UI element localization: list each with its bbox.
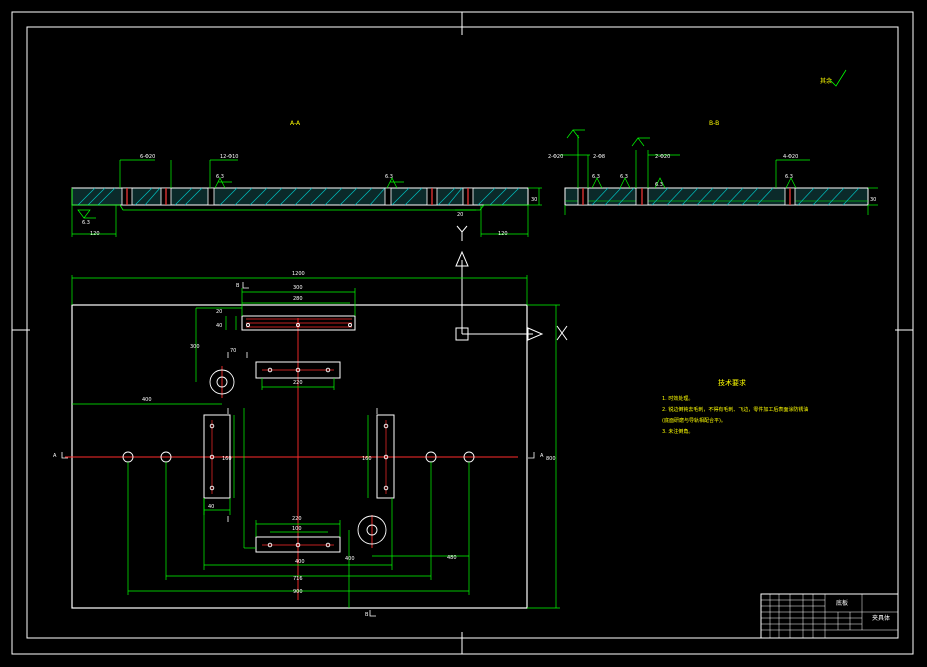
plan-slot-inner — [211, 318, 387, 546]
dim-v-left: 300 — [190, 344, 200, 350]
plan-holes — [122, 323, 475, 548]
dim-c5: 480 — [447, 555, 457, 561]
ucs-axis-icon — [455, 225, 568, 341]
dim-overall-height: 800 — [546, 456, 556, 462]
dim-hole-a2: 12-Φ10 — [220, 154, 238, 160]
section-mark-b-bottom: B — [365, 612, 369, 618]
section-b-title: B-B — [709, 120, 719, 127]
dim-overall-width: 1200 — [292, 271, 305, 277]
general-roughness-note: 其余 — [820, 69, 847, 87]
section-a-view: 6-Φ20 12-Φ10 6.3 6.3 6.3 120 120 30 20 A… — [71, 120, 542, 237]
dim-thickness: 30 — [531, 197, 537, 203]
dim-slot-w2: 280 — [293, 296, 303, 302]
dim-depth: 20 — [457, 212, 463, 218]
title-block-part-name: 夹具体 — [872, 614, 890, 622]
rough-b4: 6.3 — [785, 174, 793, 180]
plan-section-mark-labels: A A B B — [53, 283, 544, 618]
dim-c3: 716 — [293, 576, 303, 582]
section-a-title: A-A — [290, 120, 301, 127]
rough-a2: 6.3 — [385, 174, 393, 180]
plan-dimension-lines — [71, 275, 560, 609]
dim-right-width: 120 — [498, 231, 508, 237]
dim-bot-w1: 220 — [292, 516, 302, 522]
dim-mid-w: 220 — [293, 380, 303, 386]
tech-line-4: 3. 未注倒角。 — [662, 428, 693, 435]
dim-b-thickness: 30 — [870, 197, 876, 203]
tech-title: 技术要求 — [718, 378, 746, 387]
rough-b3: 6.3 — [655, 182, 663, 188]
dim-side-w: 40 — [208, 504, 214, 510]
section-b-view: 2-Φ20 2-Φ8 2-Φ20 4-Φ20 6.3 6.3 6.3 6.3 3… — [548, 120, 878, 215]
dim-hole-b4: 4-Φ20 — [783, 154, 798, 160]
section-mark-a-right: A — [540, 453, 544, 459]
dim-hole-b2: 2-Φ8 — [593, 154, 605, 160]
dim-h-left: 400 — [142, 397, 152, 403]
dim-c1: 400 — [295, 559, 305, 565]
dim-c4: 900 — [293, 589, 303, 595]
dim-slot-h1: 20 — [216, 309, 222, 315]
rough-a3: 6.3 — [82, 220, 90, 226]
tech-line-2: 2. 锐边倒钝去毛刺，不得有毛刺、飞边，零件加工后表面涂防锈油 — [662, 406, 808, 413]
dim-c2: 400 — [345, 556, 355, 562]
dim-slot-h2: 40 — [216, 323, 222, 329]
rough-b2: 6.3 — [620, 174, 628, 180]
roughness-note-text: 其余 — [820, 77, 832, 85]
section-mark-b-top: B — [236, 283, 240, 289]
tech-line-3: (底面研磨与导轨相配合平)。 — [662, 417, 726, 424]
title-block-drawing-label: 底板 — [836, 599, 848, 607]
dim-hole-b3: 2-Φ20 — [655, 154, 670, 160]
plan-view: A A B B 1200 800 300 280 20 40 300 400 2… — [53, 271, 560, 618]
dim-mid-h: 70 — [230, 348, 236, 354]
title-block: 底板 夹具体 — [760, 593, 899, 639]
tech-line-1: 1. 时效处理。 — [662, 395, 693, 402]
technical-requirements: 技术要求 1. 时效处理。 2. 锐边倒钝去毛刺，不得有毛刺、飞边，零件加工后表… — [662, 378, 808, 435]
dim-left-width: 120 — [90, 231, 100, 237]
dim-hole-b1: 2-Φ20 — [548, 154, 563, 160]
rough-b1: 6.3 — [592, 174, 600, 180]
dim-hole-a1: 6-Φ20 — [140, 154, 155, 160]
section-a-body — [71, 187, 529, 211]
dim-side-h1: 160 — [222, 456, 232, 462]
dim-slot-w1: 300 — [293, 285, 303, 291]
section-mark-a-left: A — [53, 453, 57, 459]
section-b-body — [564, 187, 869, 206]
rough-a1: 6.3 — [216, 174, 224, 180]
dim-bot-w2: 100 — [292, 526, 302, 532]
dim-side-h2: 160 — [362, 456, 372, 462]
cad-drawing-canvas: 6-Φ20 12-Φ10 6.3 6.3 6.3 120 120 30 20 A… — [11, 11, 914, 655]
